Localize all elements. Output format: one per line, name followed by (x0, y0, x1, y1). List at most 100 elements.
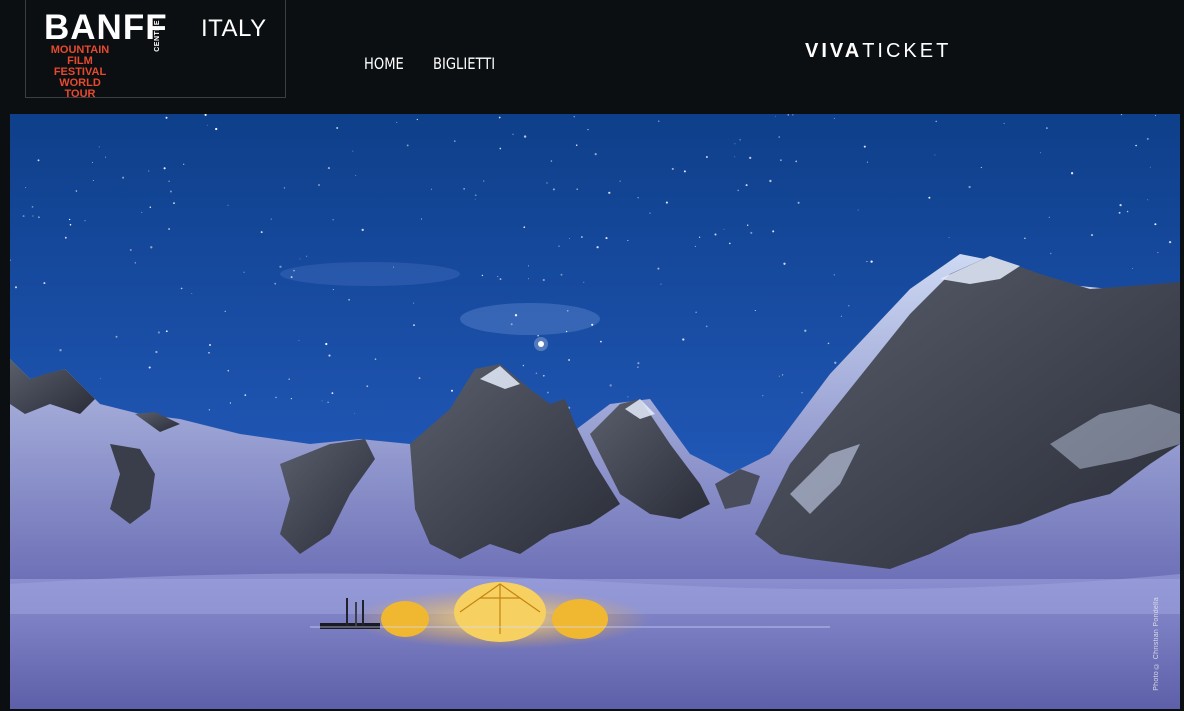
star (32, 215, 34, 217)
star (1120, 114, 1123, 116)
star (328, 354, 331, 357)
star (98, 146, 100, 148)
star (451, 389, 453, 392)
logo-centre: CENTRE (154, 20, 161, 52)
star (168, 180, 170, 182)
star (37, 159, 40, 162)
star (75, 190, 78, 192)
star (1024, 237, 1026, 240)
star (208, 351, 210, 354)
star (215, 127, 218, 131)
star (430, 188, 433, 190)
star (406, 144, 409, 147)
star (481, 274, 484, 277)
star (355, 175, 357, 177)
star (723, 228, 725, 230)
star (587, 128, 589, 131)
star (298, 339, 300, 341)
star (596, 246, 599, 249)
star (863, 145, 866, 148)
star (870, 260, 873, 263)
star (734, 156, 736, 158)
hero-image[interactable]: Photo © Christian Pondella (10, 114, 1180, 709)
star (327, 401, 329, 403)
star (546, 391, 549, 394)
banff-logo[interactable]: BANFF CENTRE MOUNTAIN FILM FESTIVAL WORL… (25, 0, 286, 100)
star (180, 287, 183, 290)
star (288, 378, 290, 380)
star (293, 269, 295, 272)
star (275, 396, 277, 399)
star (134, 262, 137, 264)
star (150, 246, 153, 249)
star (619, 180, 621, 182)
nav-biglietti[interactable]: BIGLIETTI (433, 54, 495, 73)
star (682, 338, 685, 341)
star (779, 159, 782, 162)
star (413, 324, 415, 326)
star (747, 224, 749, 226)
star (797, 201, 800, 204)
star (558, 245, 560, 247)
star (568, 359, 570, 361)
star (321, 400, 323, 402)
star (14, 286, 18, 289)
star (934, 154, 936, 156)
star (59, 349, 62, 352)
star (665, 201, 668, 204)
star (229, 402, 231, 404)
star (227, 204, 229, 206)
vivaticket-logo[interactable]: VIVATICKET (805, 40, 951, 63)
star (155, 350, 158, 354)
star (332, 289, 334, 291)
star (568, 237, 570, 239)
star (550, 160, 553, 162)
star (497, 275, 499, 278)
star (542, 278, 545, 282)
star (576, 188, 578, 190)
star (683, 170, 686, 173)
star (224, 310, 226, 312)
star (637, 366, 639, 368)
star (866, 161, 868, 163)
star (660, 283, 662, 285)
star (552, 188, 555, 191)
star (416, 118, 418, 121)
star (848, 305, 850, 307)
star (299, 258, 301, 260)
star (729, 242, 731, 245)
star (795, 160, 798, 163)
star (290, 398, 292, 400)
star (762, 395, 764, 397)
star (482, 180, 485, 182)
star (769, 179, 772, 183)
star (413, 302, 415, 304)
star (605, 237, 608, 240)
star (928, 196, 931, 199)
star (393, 266, 395, 268)
star (279, 265, 282, 268)
star (948, 237, 950, 239)
star (244, 394, 247, 396)
star (1147, 199, 1149, 201)
nav-home[interactable]: HOME (364, 54, 404, 73)
logo-brand: BANFF (44, 8, 168, 47)
star (165, 116, 168, 119)
star (935, 120, 937, 123)
star (325, 342, 328, 346)
star (92, 179, 94, 182)
site-header: BANFF CENTRE MOUNTAIN FILM FESTIVAL WORL… (0, 0, 1184, 114)
star (787, 114, 790, 116)
star (637, 197, 639, 199)
star (527, 278, 529, 280)
star (512, 133, 514, 135)
star (714, 233, 717, 236)
star (1045, 127, 1048, 130)
photo-credit: Photo © Christian Pondella (1153, 597, 1160, 691)
star (782, 374, 784, 376)
star (649, 212, 651, 214)
star (575, 144, 578, 146)
logo-tagline-line: WORLD TOUR (59, 77, 101, 100)
star (827, 342, 830, 345)
star (396, 121, 398, 123)
